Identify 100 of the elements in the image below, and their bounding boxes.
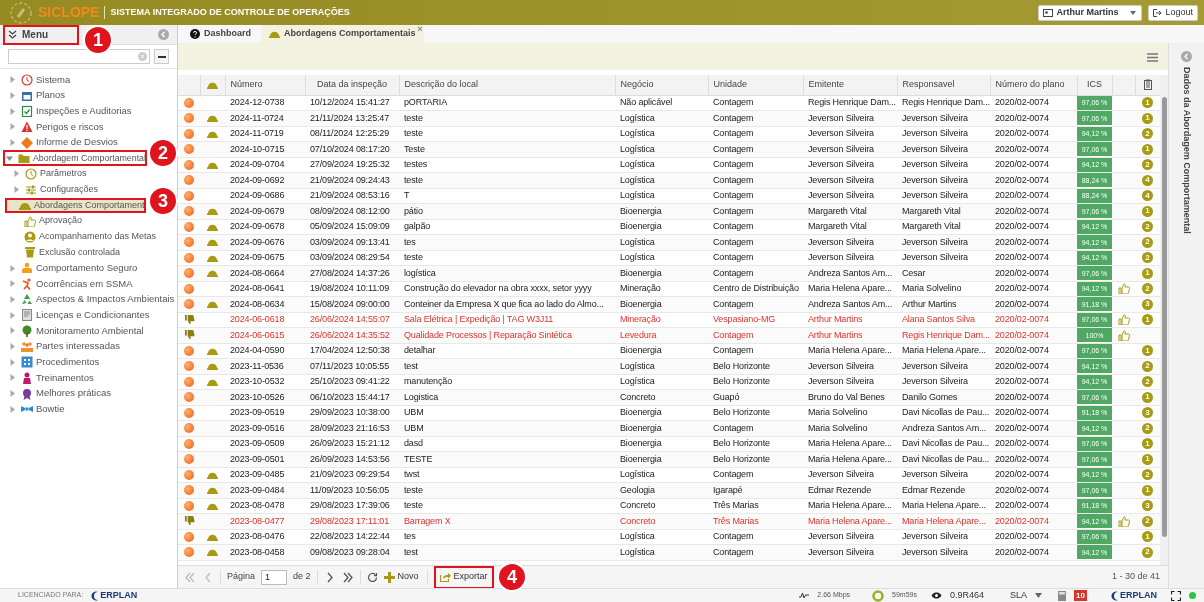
count-badge: 2 bbox=[1142, 221, 1153, 233]
column-header[interactable]: ICS bbox=[1077, 75, 1112, 95]
menu-item[interactable]: Ocorrências em SSMA bbox=[8, 275, 136, 292]
table-cell: 2023-08-0458 bbox=[225, 544, 305, 560]
menu-item[interactable]: Comportamento Seguro bbox=[8, 260, 141, 276]
table-cell: 2020/02-0074 bbox=[990, 219, 1077, 235]
table-cell: Arthur Martins bbox=[803, 312, 897, 328]
count-badge: 2 bbox=[1142, 252, 1153, 264]
menu-item[interactable]: Aprovação bbox=[12, 213, 86, 229]
table-cell: 26/09/2023 14:53:56 bbox=[305, 451, 399, 467]
table-cell: Jeverson Silveira bbox=[897, 467, 990, 483]
table-cell: 2024-08-0664 bbox=[225, 265, 305, 281]
menu-item[interactable]: Procedimentos bbox=[8, 354, 103, 371]
page-field[interactable]: 1 bbox=[261, 569, 288, 585]
caret-icon bbox=[1035, 593, 1042, 598]
column-header[interactable]: Número do plano bbox=[990, 75, 1077, 95]
table-cell: 21/09/2023 09:29:54 bbox=[305, 467, 399, 483]
table-cell: logística bbox=[399, 265, 615, 281]
side-panel[interactable]: Dados da Abordagem Comportamental bbox=[1168, 43, 1204, 588]
menu-item[interactable]: Aspectos & Impactos Ambientais bbox=[8, 291, 178, 308]
table-cell: Contagem bbox=[708, 265, 803, 281]
menu-item[interactable]: Acompanhamento das Metas bbox=[12, 228, 160, 245]
menu-item[interactable]: Perigos e riscos bbox=[8, 119, 107, 135]
count-badge: 1 bbox=[1142, 345, 1153, 357]
count-badge: 2 bbox=[1142, 128, 1153, 140]
menu-item[interactable]: Bowtie bbox=[8, 401, 68, 418]
table-cell: Maria Helena Apare... bbox=[803, 498, 897, 514]
table-cell: Jeverson Silveira bbox=[897, 250, 990, 266]
table-cell: Danilo Gomes bbox=[897, 389, 990, 405]
column-header[interactable]: Negócio bbox=[615, 75, 708, 95]
collapse-icon bbox=[158, 29, 169, 40]
column-header[interactable]: Responsavel bbox=[897, 75, 990, 95]
table-cell: 06/10/2023 15:44:17 bbox=[305, 389, 399, 405]
helmet-icon bbox=[207, 299, 218, 310]
menu-item[interactable]: Informe de Desvios bbox=[8, 134, 121, 151]
count-badge: 1 bbox=[1142, 314, 1153, 326]
menu-item[interactable]: Partes interessadas bbox=[8, 338, 123, 355]
menu-button[interactable] bbox=[1147, 53, 1158, 62]
menu-toggle[interactable]: Menu bbox=[3, 24, 79, 45]
menu-item[interactable]: Licenças e Condicionantes bbox=[8, 307, 153, 323]
column-header[interactable]: Descrição do local bbox=[399, 75, 615, 95]
collapse-all-button[interactable] bbox=[154, 49, 169, 64]
calculator-icon bbox=[1058, 590, 1066, 601]
menu-item[interactable]: Sistema bbox=[8, 72, 74, 88]
table-cell: 2020/02-0074 bbox=[990, 374, 1077, 390]
new-button[interactable]: Novo bbox=[383, 570, 419, 584]
clipboard-check-icon bbox=[21, 105, 33, 118]
menu-item[interactable]: Melhores práticas bbox=[8, 385, 114, 402]
sla-dropdown[interactable]: SLA bbox=[1009, 588, 1042, 602]
table-cell: Maria Helena Apare... bbox=[803, 343, 897, 359]
table-cell: 2020/02-0074 bbox=[990, 436, 1077, 452]
tab[interactable]: Abordagens Comportamentais × bbox=[261, 25, 424, 43]
table-cell: Bioenergia bbox=[615, 296, 708, 312]
table-cell: Margareth Vital bbox=[803, 203, 897, 219]
column-header[interactable]: Unidade bbox=[708, 75, 803, 95]
table-cell: Jeverson Silveira bbox=[803, 467, 897, 483]
table-cell: manutenção bbox=[399, 374, 615, 390]
table-cell: teste bbox=[399, 498, 615, 514]
table-cell: Jeverson Silveira bbox=[803, 172, 897, 188]
search-field[interactable] bbox=[8, 49, 150, 64]
column-header[interactable]: Número bbox=[225, 75, 305, 95]
menu-item[interactable]: Configurações bbox=[12, 181, 102, 198]
table-cell: Bioenergia bbox=[615, 219, 708, 235]
calendar-badge[interactable]: 10 bbox=[1074, 590, 1087, 601]
fullscreen-icon bbox=[1171, 590, 1181, 601]
column-header[interactable]: Data da inspeção bbox=[305, 75, 399, 95]
table-cell: Jeverson Silveira bbox=[897, 157, 990, 173]
table-cell: 2023-09-0519 bbox=[225, 405, 305, 421]
thumbs-down-icon bbox=[183, 314, 195, 325]
column-header[interactable]: Emitente bbox=[803, 75, 897, 95]
menu-item[interactable]: Inspeções e Auditorias bbox=[8, 103, 135, 120]
thumbs-up-icon bbox=[1117, 314, 1130, 326]
table-cell: Jeverson Silveira bbox=[803, 544, 897, 560]
table-cell: Belo Horizonte bbox=[708, 436, 803, 452]
minus-icon bbox=[157, 55, 166, 58]
scrollbar[interactable] bbox=[1160, 75, 1168, 565]
table-cell: 2020/02-0074 bbox=[990, 203, 1077, 219]
count-badge: 1 bbox=[1142, 438, 1153, 450]
table-cell: Andreza Santos Am... bbox=[803, 296, 897, 312]
table-cell: Logística bbox=[615, 529, 708, 545]
menu-item[interactable]: Monitoramento Ambiental bbox=[8, 323, 147, 339]
logout-button[interactable]: Logout bbox=[1148, 4, 1198, 21]
user-menu-button[interactable]: Arthur Martins bbox=[1038, 4, 1143, 21]
table-cell: tes bbox=[399, 529, 615, 545]
tree-icon bbox=[21, 324, 33, 337]
menu-item[interactable]: Planos bbox=[8, 87, 69, 104]
table-cell: Contagem bbox=[708, 141, 803, 157]
count-badge: 1 bbox=[1142, 391, 1153, 403]
table-cell: 28/09/2023 21:16:53 bbox=[305, 420, 399, 436]
refresh-button[interactable] bbox=[366, 571, 378, 583]
helmet-icon bbox=[207, 361, 218, 372]
table-cell: 2024-10-0715 bbox=[225, 141, 305, 157]
table-cell: Bioenergia bbox=[615, 265, 708, 281]
last-page-button[interactable] bbox=[341, 571, 354, 583]
table-cell: 2020/02-0074 bbox=[990, 126, 1077, 142]
menu-item[interactable]: Exclusão controlada bbox=[12, 244, 124, 261]
export-button[interactable]: Exportar bbox=[433, 565, 494, 589]
menu-item[interactable]: Treinamentos bbox=[8, 370, 97, 386]
menu-item[interactable]: Parâmetros bbox=[12, 166, 90, 182]
table-cell: 29/09/2023 10:38:00 bbox=[305, 405, 399, 421]
